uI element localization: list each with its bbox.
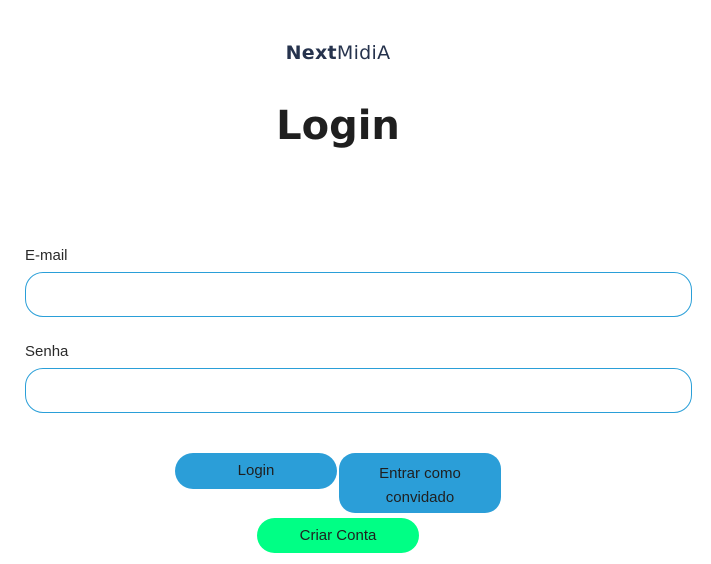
logo-text-next: Next [285,42,337,64]
email-label: E-mail [25,247,68,264]
guest-login-button[interactable]: Entrar como convidado [339,453,501,513]
create-account-button[interactable]: Criar Conta [257,518,419,553]
page-title: Login [276,103,400,149]
email-input[interactable] [25,272,692,317]
login-button[interactable]: Login [175,453,337,489]
brand-logo: NextMidiA [0,42,676,64]
password-input[interactable] [25,368,692,413]
logo-text-midia: MidiA [336,42,391,64]
password-label: Senha [25,343,69,360]
